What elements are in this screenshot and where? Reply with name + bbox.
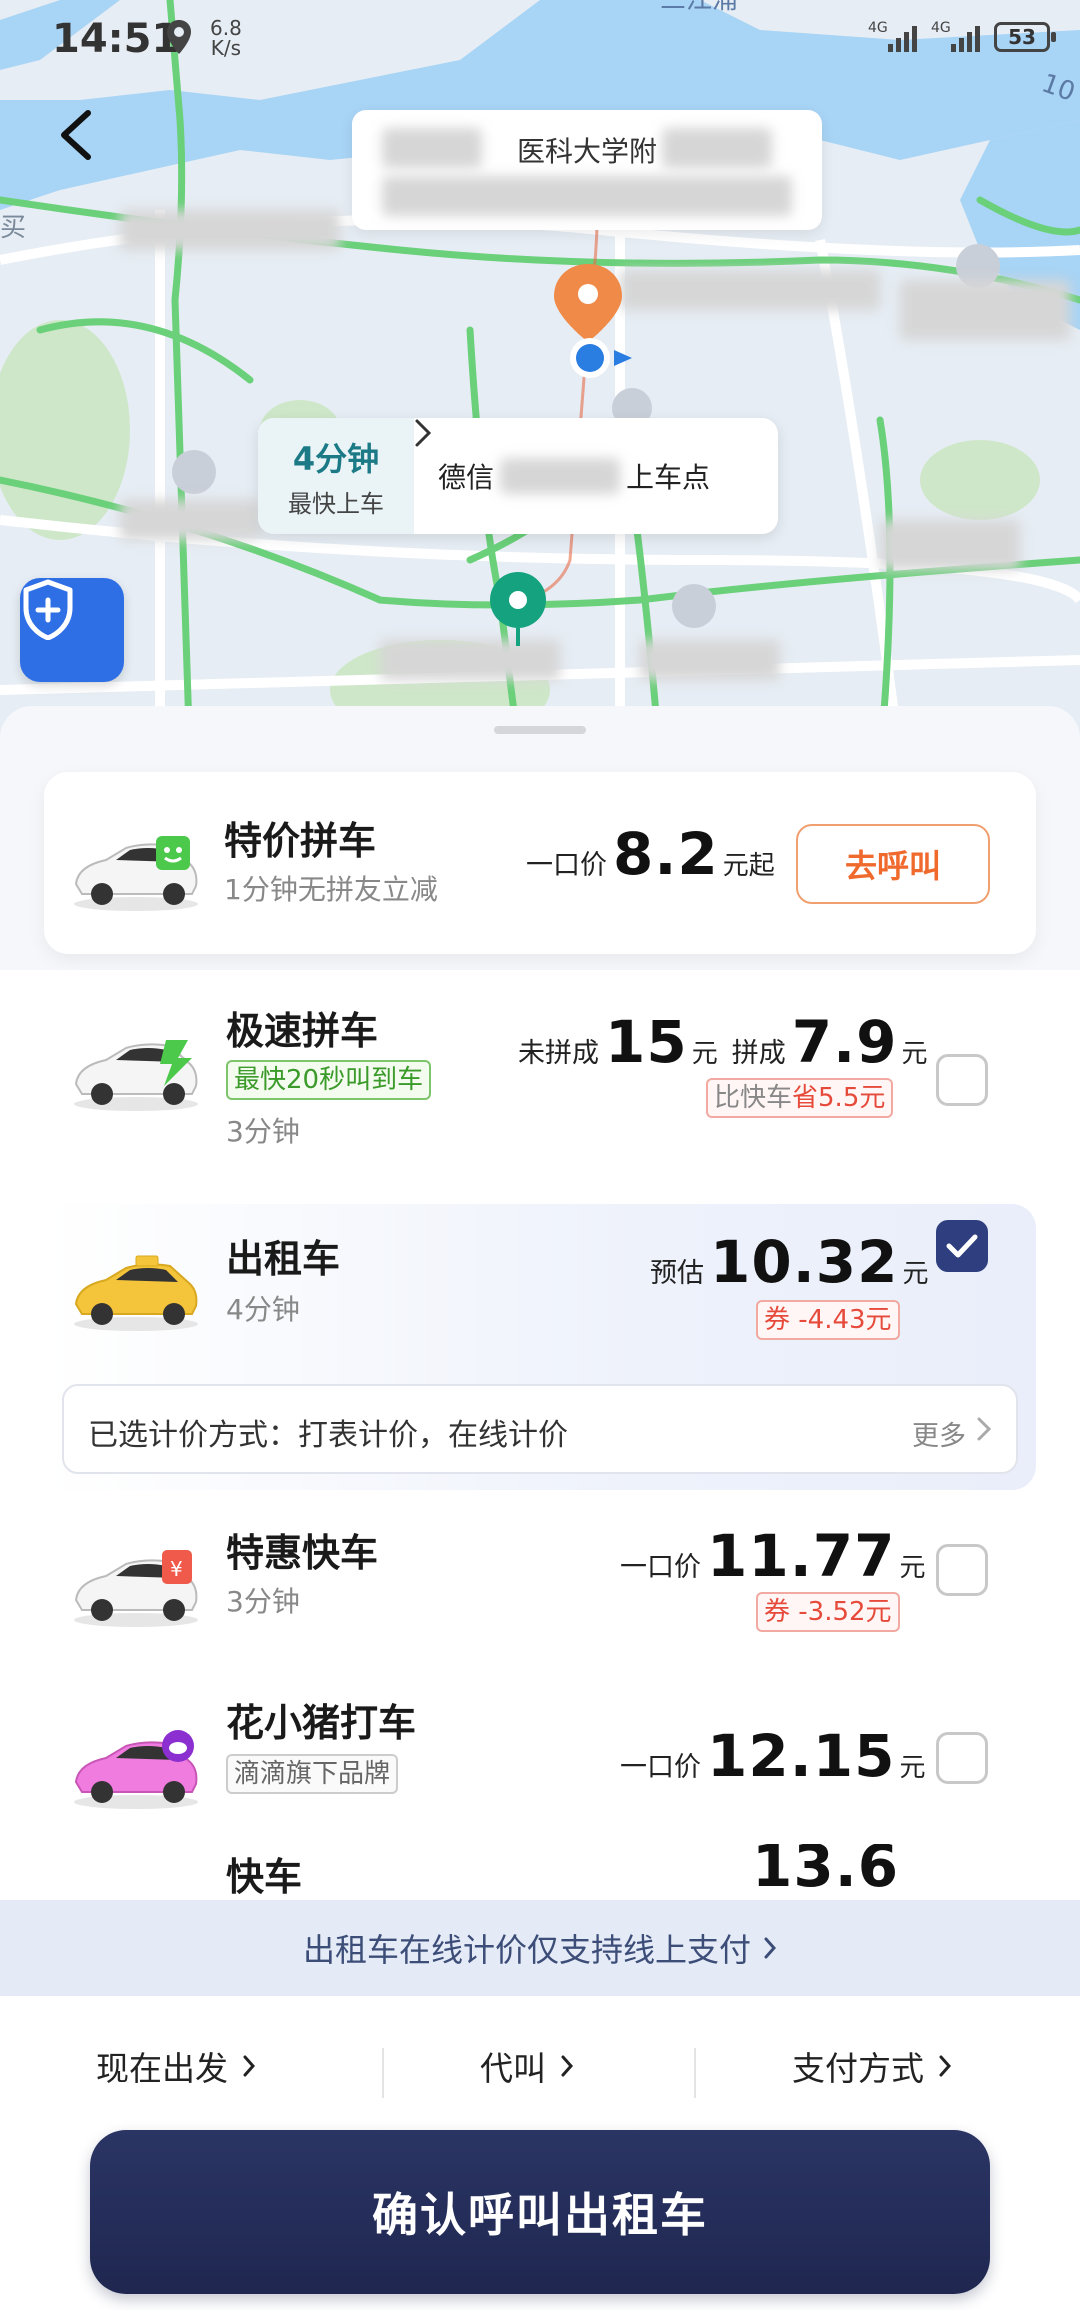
chevron-right-icon <box>764 1937 777 1959</box>
go-call-button[interactable]: 去呼叫 <box>796 824 990 904</box>
promo-carpool-card[interactable]: 特价拼车 1分钟无拼友立减 一口价 8.2 元起 去呼叫 <box>44 772 1036 954</box>
ride-option-huaxiaozhu[interactable]: 花小猪打车 滴滴旗下品牌 一口价 12.15 元 <box>0 1670 1080 1840</box>
svg-text:买: 买 <box>0 213 26 243</box>
ride-title: 特惠快车 <box>226 1531 379 1575</box>
ride-eta: 3分钟 <box>226 1585 300 1618</box>
ride-price: 预估 10.32 元 <box>650 1228 929 1296</box>
ride-option-discount-express[interactable]: ¥ 特惠快车 3分钟 一口价 11.77 元 券 -3.52元 <box>0 1500 1080 1670</box>
blurred-label <box>900 280 1070 340</box>
fast-tag: 最快20秒叫到车 <box>226 1060 432 1100</box>
brand-tag: 滴滴旗下品牌 <box>226 1754 399 1794</box>
pricing-method-box[interactable]: 已选计价方式：打表计价，在线计价 更多 <box>62 1384 1018 1474</box>
pricing-method-text: 已选计价方式：打表计价，在线计价 <box>88 1418 568 1453</box>
chevron-right-icon <box>561 2055 574 2077</box>
ride-title: 快车 <box>226 1855 303 1899</box>
map-view[interactable]: 三江浦 10 买 14:51 6.8 K/s 4G 4G 53 医科大学附 4分… <box>0 0 1080 760</box>
coupon-tag: 券 -4.43元 <box>756 1300 900 1340</box>
status-bar: 14:51 6.8 K/s 4G 4G 53 <box>0 0 1080 80</box>
sheet-handle[interactable] <box>494 726 586 734</box>
current-location-icon <box>570 338 632 378</box>
ride-checkbox[interactable] <box>936 1544 988 1596</box>
ride-price: 一口价 12.15 元 <box>620 1722 926 1790</box>
blurred-label <box>500 458 621 494</box>
coupon-tag: 券 -3.52元 <box>756 1592 900 1632</box>
depart-now-option[interactable]: 现在出发 <box>96 2036 256 2096</box>
huaxiaozhu-car-icon <box>74 1730 198 1809</box>
pickup-card[interactable]: 4分钟 最快上车 德信 上车点 <box>258 418 778 534</box>
svg-text:¥: ¥ <box>170 1557 183 1581</box>
pickup-eta: 4分钟 最快上车 <box>258 418 414 534</box>
destination-card[interactable]: 医科大学附 <box>352 110 822 230</box>
blurred-label <box>662 128 772 168</box>
blurred-label <box>880 520 1020 570</box>
savings-tag: 比快车省5.5元 <box>706 1078 894 1118</box>
online-payment-notice[interactable]: 出租车在线计价仅支持线上支付 <box>0 1900 1080 1996</box>
taxi-car-icon <box>74 1255 198 1331</box>
more-link[interactable]: 更多 <box>912 1414 966 1453</box>
confirm-call-taxi-button[interactable]: 确认呼叫出租车 <box>90 2130 990 2294</box>
signal-icon: 4G <box>868 20 917 52</box>
discount-car-icon: ¥ <box>74 1550 198 1627</box>
ride-eta: 4分钟 <box>226 1293 300 1326</box>
status-time: 14:51 <box>52 16 180 62</box>
safety-button[interactable] <box>20 578 124 682</box>
ride-price: 未拼成 15 元 拼成 7.9 元 <box>518 1008 928 1076</box>
signal-icon: 4G <box>931 20 980 52</box>
chevron-right-icon <box>939 2055 952 2077</box>
ride-list[interactable]: 极速拼车 最快20秒叫到车 3分钟 未拼成 15 元 拼成 7.9 元 比快车省… <box>0 970 1080 1990</box>
express-carpool-car-icon <box>74 1040 198 1111</box>
ride-eta: 3分钟 <box>226 1115 300 1148</box>
back-button[interactable] <box>50 105 110 165</box>
blurred-label <box>120 500 260 540</box>
divider <box>382 2048 384 2098</box>
carpool-car-icon <box>74 836 198 911</box>
promo-price: 一口价 8.2 元起 <box>526 820 775 888</box>
ride-checkbox[interactable] <box>936 1732 988 1784</box>
ride-option-taxi[interactable]: 出租车 4分钟 预估 10.32 元 券 -4.43元 <box>0 1204 1080 1384</box>
promo-subtitle: 1分钟无拼友立减 <box>224 873 438 906</box>
battery-icon: 53 <box>994 22 1056 52</box>
location-icon <box>167 20 191 54</box>
chevron-right-icon <box>415 419 432 447</box>
pickup-location: 德信 上车点 <box>414 418 778 534</box>
blurred-label <box>120 210 340 250</box>
ride-title: 极速拼车 <box>226 1009 379 1053</box>
chevron-right-icon <box>977 1417 992 1441</box>
ride-price: 13.6 <box>752 1844 900 1900</box>
ride-price: 一口价 11.77 元 <box>620 1522 926 1590</box>
pickup-pin-icon <box>490 572 546 646</box>
promo-title: 特价拼车 <box>224 819 377 863</box>
call-for-others-option[interactable]: 代叫 <box>480 2036 574 2096</box>
chevron-right-icon <box>243 2055 256 2077</box>
shield-icon <box>23 579 73 640</box>
ride-checkbox-checked[interactable] <box>936 1220 988 1272</box>
ride-checkbox[interactable] <box>936 1054 988 1106</box>
blurred-label <box>640 640 780 680</box>
ride-title: 出租车 <box>226 1237 341 1281</box>
chevron-left-icon <box>61 110 91 160</box>
blurred-label <box>382 176 792 216</box>
check-icon <box>946 1234 978 1258</box>
ride-options-sheet[interactable]: 特价拼车 1分钟无拼友立减 一口价 8.2 元起 去呼叫 极速拼车 最快20秒叫… <box>0 706 1080 2310</box>
blurred-label <box>620 270 880 310</box>
payment-method-option[interactable]: 支付方式 <box>792 2036 952 2096</box>
ride-title: 花小猪打车 <box>226 1701 417 1745</box>
divider <box>694 2048 696 2098</box>
ride-option-express-carpool[interactable]: 极速拼车 最快20秒叫到车 3分钟 未拼成 15 元 拼成 7.9 元 比快车省… <box>0 970 1080 1180</box>
ride-option-express[interactable]: 快车 13.6 <box>0 1844 1080 1904</box>
network-speed: 6.8 K/s <box>210 16 242 60</box>
